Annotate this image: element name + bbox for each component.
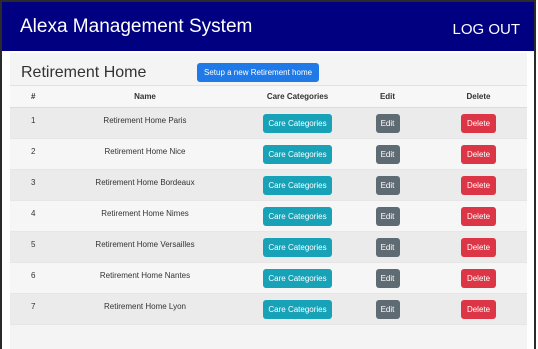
row-number: 1 bbox=[10, 107, 40, 139]
delete-button[interactable]: Delete bbox=[461, 113, 496, 133]
retirement-home-name: Retirement Home Paris bbox=[40, 107, 250, 139]
row-number: 6 bbox=[10, 262, 40, 294]
edit-button[interactable]: Edit bbox=[375, 206, 400, 226]
table-row: 1 Retirement Home Paris Care Categories Edi… bbox=[10, 107, 527, 139]
care-categories-button[interactable]: Care Categories bbox=[263, 299, 332, 319]
edit-button[interactable]: Edit bbox=[375, 268, 400, 288]
table-row: 4 Retirement Home Nimes Care Categories Edi… bbox=[10, 200, 527, 232]
page-title: Retirement Home bbox=[21, 64, 147, 81]
edit-button[interactable]: Edit bbox=[375, 237, 400, 257]
setup-retirement-home-button[interactable]: Setup a new Retirement home bbox=[197, 63, 320, 82]
table-row: 6 Retirement Home Nantes Care Categories Ed… bbox=[10, 262, 527, 294]
care-categories-button[interactable]: Care Categories bbox=[263, 113, 332, 133]
retirement-homes-table: # Name Care Categories Edit Delete 1 Reti… bbox=[10, 85, 527, 325]
row-number: 5 bbox=[10, 231, 40, 263]
delete-button[interactable]: Delete bbox=[461, 206, 496, 226]
table-row: 2 Retirement Home Nice Care Categories Edit… bbox=[10, 138, 527, 170]
column-header-care-categories: Care Categories bbox=[250, 85, 345, 108]
table-row: 3 Retirement Home Bordeaux Care Categories… bbox=[10, 169, 527, 201]
logout-link[interactable]: LOG OUT bbox=[452, 22, 520, 38]
retirement-home-name: Retirement Home Nimes bbox=[40, 200, 250, 232]
retirement-home-name: Retirement Home Bordeaux bbox=[40, 169, 250, 201]
app-window: Alexa Management System LOG OUT Retireme… bbox=[0, 0, 536, 349]
care-categories-button[interactable]: Care Categories bbox=[263, 268, 332, 288]
column-header-name: Name bbox=[40, 85, 250, 108]
care-categories-button[interactable]: Care Categories bbox=[263, 237, 332, 257]
column-header-number: # bbox=[10, 85, 40, 108]
app-title: Alexa Management System bbox=[20, 16, 253, 37]
top-navbar: Alexa Management System LOG OUT bbox=[2, 2, 534, 51]
retirement-home-name: Retirement Home Versailles bbox=[40, 231, 250, 263]
row-number: 3 bbox=[10, 169, 40, 201]
edit-button[interactable]: Edit bbox=[375, 299, 400, 319]
care-categories-button[interactable]: Care Categories bbox=[263, 175, 332, 195]
edit-button[interactable]: Edit bbox=[375, 175, 400, 195]
delete-button[interactable]: Delete bbox=[461, 268, 496, 288]
delete-button[interactable]: Delete bbox=[461, 144, 496, 164]
edit-button[interactable]: Edit bbox=[375, 113, 400, 133]
table-row: 7 Retirement Home Lyon Care Categories Edit… bbox=[10, 293, 527, 325]
row-number: 4 bbox=[10, 200, 40, 232]
delete-button[interactable]: Delete bbox=[461, 299, 496, 319]
care-categories-button[interactable]: Care Categories bbox=[263, 206, 332, 226]
table-header-row: # Name Care Categories Edit Delete bbox=[10, 85, 527, 108]
row-number: 7 bbox=[10, 293, 40, 325]
column-header-delete: Delete bbox=[430, 85, 527, 108]
main-content: Retirement Home Setup a new Retirement h… bbox=[10, 53, 527, 349]
delete-button[interactable]: Delete bbox=[461, 237, 496, 257]
retirement-home-name: Retirement Home Nantes bbox=[40, 262, 250, 294]
edit-button[interactable]: Edit bbox=[375, 144, 400, 164]
retirement-home-name: Retirement Home Lyon bbox=[40, 293, 250, 325]
column-header-edit: Edit bbox=[345, 85, 430, 108]
row-number: 2 bbox=[10, 138, 40, 170]
care-categories-button[interactable]: Care Categories bbox=[263, 144, 332, 164]
retirement-home-name: Retirement Home Nice bbox=[40, 138, 250, 170]
table-row: 5 Retirement Home Versailles Care Categori… bbox=[10, 231, 527, 263]
delete-button[interactable]: Delete bbox=[461, 175, 496, 195]
